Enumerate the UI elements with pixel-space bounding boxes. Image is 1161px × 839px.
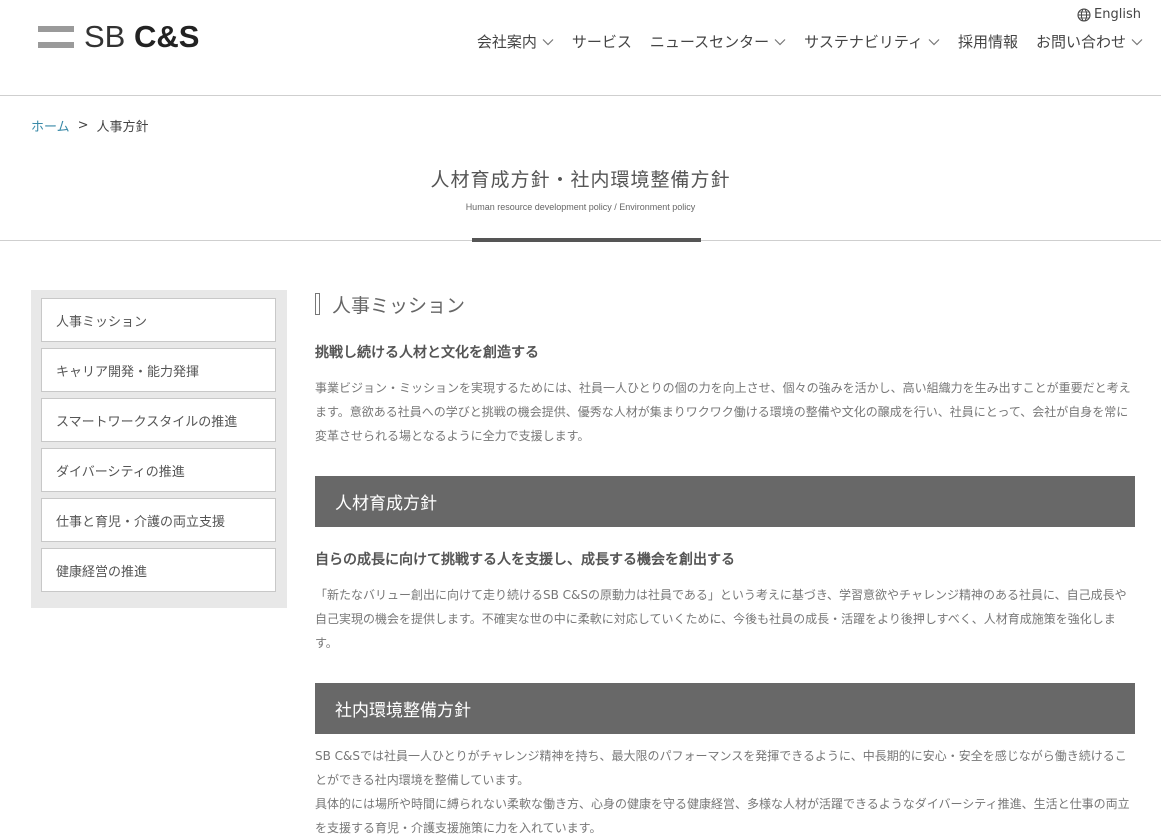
sidebar-item-career-development[interactable]: キャリア開発・能力発揮 — [41, 348, 276, 392]
breadcrumb-current: 人事方針 — [96, 120, 149, 135]
breadcrumb-separator: > — [77, 118, 89, 133]
sidebar-item-label: 仕事と育児・介護の両立支援 — [56, 514, 226, 530]
sidebar-item-diversity[interactable]: ダイバーシティの推進 — [41, 448, 276, 492]
nav-item-sustainability[interactable]: サステナビリティ — [804, 31, 940, 52]
sidebar-item-work-life-support[interactable]: 仕事と育児・介護の両立支援 — [41, 498, 276, 542]
sidebar-item-label: ダイバーシティの推進 — [56, 464, 185, 480]
nav-item-recruit[interactable]: 採用情報 — [958, 31, 1018, 52]
sidebar-item-health-management[interactable]: 健康経営の推進 — [41, 548, 276, 592]
mission-body: 事業ビジョン・ミッションを実現するためには、社員一人ひとりの個の力を向上させ、個… — [315, 381, 1131, 443]
site-header: SB C&S English 会社案内 サービス ニュースセンター サステナビリ… — [0, 0, 1161, 96]
development-body: 「新たなバリュー創出に向けて走り続けるSB C&Sの原動力は社員である」という考… — [315, 588, 1127, 650]
nav-label: 会社案内 — [476, 33, 537, 51]
nav-label: サステナビリティ — [804, 33, 923, 51]
mission-heading: 人事ミッション — [332, 294, 466, 317]
chevron-down-icon — [928, 38, 940, 45]
breadcrumb: ホーム > 人事方針 — [31, 116, 149, 135]
nav-item-company[interactable]: 会社案内 — [477, 31, 554, 52]
sidebar-item-label: スマートワークスタイルの推進 — [56, 414, 238, 430]
globe-icon — [1077, 7, 1091, 22]
section-heading: 人事ミッション — [315, 290, 1135, 318]
development-policy-banner: 人材育成方針 — [315, 476, 1135, 527]
development-lead: 自らの成長に向けて挑戦する人を支援し、成長する機会を創出する — [315, 552, 735, 568]
sidebar-item-label: キャリア開発・能力発揮 — [56, 364, 200, 380]
nav-label: 採用情報 — [957, 33, 1018, 51]
chevron-down-icon — [774, 38, 786, 45]
logo-mark-icon — [38, 23, 74, 51]
environment-body-1: SB C&Sでは社員一人ひとりがチャレンジ精神を持ち、最大限のパフォーマンスを発… — [315, 749, 1127, 787]
logo-prefix: SB — [84, 19, 126, 54]
page-title: 人材育成方針・社内環境整備方針 — [430, 169, 731, 191]
nav-item-contact[interactable]: お問い合わせ — [1036, 31, 1143, 52]
banner-title: 社内環境整備方針 — [335, 701, 471, 721]
sidebar-item-label: 人事ミッション — [56, 314, 148, 330]
page-subtitle: Human resource development policy / Envi… — [465, 202, 696, 212]
logo-brand: C&S — [133, 19, 200, 54]
chevron-down-icon — [542, 38, 554, 45]
logo-text: SB C&S — [84, 20, 199, 54]
breadcrumb-home-link[interactable]: ホーム — [31, 116, 70, 135]
nav-item-services[interactable]: サービス — [572, 31, 632, 52]
mission-lead: 挑戦し続ける人材と文化を創造する — [315, 345, 539, 361]
site-logo[interactable]: SB C&S — [38, 20, 199, 54]
main-content: 人事ミッション 挑戦し続ける人材と文化を創造する 事業ビジョン・ミッションを実現… — [315, 290, 1135, 839]
sidebar-nav: 人事ミッション キャリア開発・能力発揮 スマートワークスタイルの推進 ダイバーシ… — [31, 290, 287, 608]
language-label: English — [1094, 7, 1141, 22]
nav-label: サービス — [571, 33, 632, 51]
banner-title: 人材育成方針 — [335, 494, 437, 514]
main-nav: 会社案内 サービス ニュースセンター サステナビリティ 採用情報 お問い合わせ — [459, 31, 1143, 52]
sidebar-item-label: 健康経営の推進 — [56, 564, 148, 580]
environment-body-2: 具体的には場所や時間に縛られない柔軟な働き方、心身の健康を守る健康経営、多様な人… — [315, 797, 1130, 835]
chevron-down-icon — [1131, 38, 1143, 45]
nav-item-news-center[interactable]: ニュースセンター — [650, 31, 786, 52]
heading-bar-icon — [315, 293, 320, 315]
nav-label: お問い合わせ — [1035, 33, 1126, 51]
sidebar-item-smart-workstyle[interactable]: スマートワークスタイルの推進 — [41, 398, 276, 442]
title-accent-bar — [472, 238, 701, 242]
environment-policy-banner: 社内環境整備方針 — [315, 683, 1135, 734]
sidebar-item-hr-mission[interactable]: 人事ミッション — [41, 298, 276, 342]
language-switch[interactable]: English — [1077, 7, 1141, 22]
page-title-block: 人材育成方針・社内環境整備方針 Human resource developme… — [0, 165, 1161, 212]
nav-label: ニュースセンター — [649, 33, 770, 51]
